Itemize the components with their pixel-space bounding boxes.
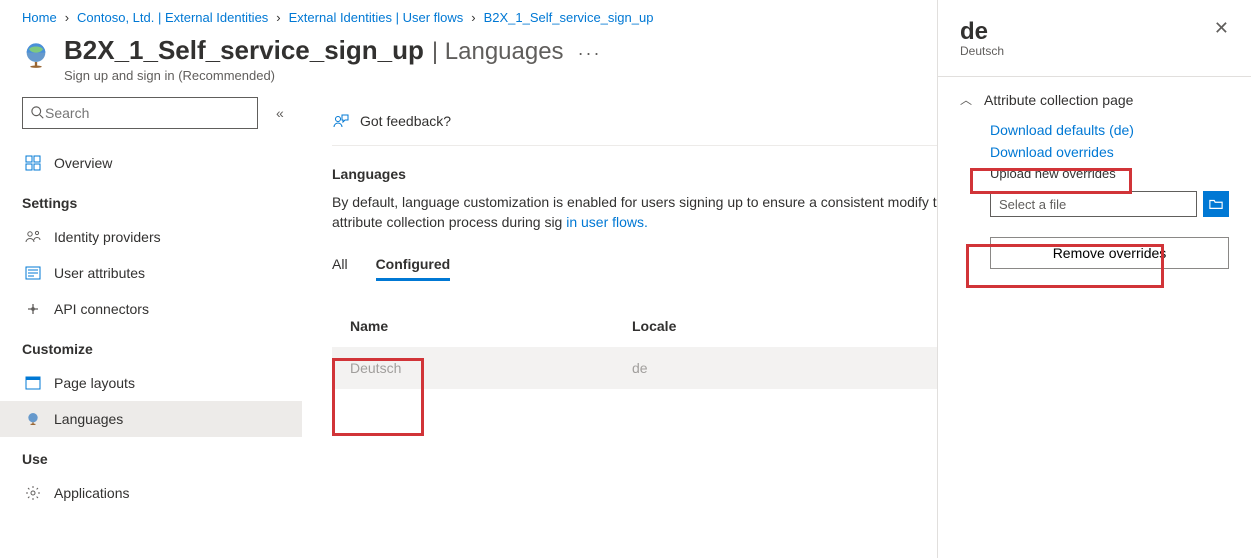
accordion-label: Attribute collection page — [984, 92, 1133, 108]
crumb-userflows[interactable]: External Identities | User flows — [289, 10, 464, 25]
feedback-icon — [332, 112, 350, 130]
sidebar-heading-use: Use — [22, 451, 302, 467]
search-input-wrap[interactable] — [22, 97, 258, 129]
sidebar-item-overview[interactable]: Overview — [22, 145, 302, 181]
panel-subtitle: Deutsch — [960, 44, 1004, 58]
highlight-box-name-cell — [332, 358, 424, 436]
sidebar-item-identity[interactable]: Identity providers — [22, 219, 302, 255]
sidebar-item-label: Overview — [54, 155, 112, 171]
sidebar-item-label: Identity providers — [54, 229, 161, 245]
crumb-tenant[interactable]: Contoso, Ltd. | External Identities — [77, 10, 268, 25]
tab-all[interactable]: All — [332, 256, 348, 281]
connectors-icon — [24, 300, 42, 318]
col-header-name[interactable]: Name — [332, 318, 632, 334]
download-defaults-link[interactable]: Download defaults (de) — [990, 122, 1229, 138]
gear-icon — [24, 484, 42, 502]
page-title-suffix: | Languages — [432, 38, 564, 66]
close-panel-button[interactable]: ✕ — [1214, 18, 1229, 39]
sidebar-item-label: Page layouts — [54, 375, 135, 391]
tab-configured[interactable]: Configured — [376, 256, 451, 281]
globe-icon — [22, 35, 50, 69]
browse-file-button[interactable] — [1203, 191, 1229, 217]
search-icon — [31, 106, 45, 120]
sidebar-item-label: Applications — [54, 485, 130, 501]
feedback-label: Got feedback? — [360, 113, 451, 129]
download-overrides-link[interactable]: Download overrides — [990, 144, 1229, 160]
sidebar-item-label: API connectors — [54, 301, 149, 317]
crumb-current[interactable]: B2X_1_Self_service_sign_up — [484, 10, 654, 25]
form-icon — [24, 264, 42, 282]
sidebar-item-label: User attributes — [54, 265, 145, 281]
layout-icon — [24, 374, 42, 392]
file-select-input[interactable]: Select a file — [990, 191, 1197, 217]
sidebar-item-applications[interactable]: Applications — [22, 475, 302, 511]
dashboard-icon — [24, 154, 42, 172]
sidebar-item-languages[interactable]: Languages — [0, 401, 302, 437]
more-actions-button[interactable]: ··· — [578, 43, 602, 64]
folder-icon — [1209, 197, 1223, 211]
collapse-sidebar-button[interactable]: « — [276, 105, 284, 121]
sidebar-item-user-attributes[interactable]: User attributes — [22, 255, 302, 291]
accordion-toggle[interactable]: ︿ Attribute collection page — [960, 91, 1229, 108]
panel-title: de — [960, 18, 1004, 46]
sidebar: « Overview Settings Identity providers U… — [0, 97, 302, 511]
page-subhead: Sign up and sign in (Recommended) — [64, 68, 602, 83]
chevron-up-icon: ︿ — [960, 91, 972, 108]
page-title: B2X_1_Self_service_sign_up — [64, 35, 424, 66]
globe-small-icon — [24, 410, 42, 428]
sidebar-item-page-layouts[interactable]: Page layouts — [22, 365, 302, 401]
sidebar-heading-settings: Settings — [22, 195, 302, 211]
identity-icon — [24, 228, 42, 246]
search-input[interactable] — [45, 105, 249, 121]
crumb-home[interactable]: Home — [22, 10, 57, 25]
highlight-box-download-overrides — [970, 168, 1132, 194]
sidebar-item-label: Languages — [54, 411, 123, 427]
highlight-box-remove-overrides — [966, 244, 1164, 288]
doc-link[interactable]: in user flows. — [566, 214, 648, 230]
sidebar-item-api-connectors[interactable]: API connectors — [22, 291, 302, 327]
sidebar-heading-customize: Customize — [22, 341, 302, 357]
